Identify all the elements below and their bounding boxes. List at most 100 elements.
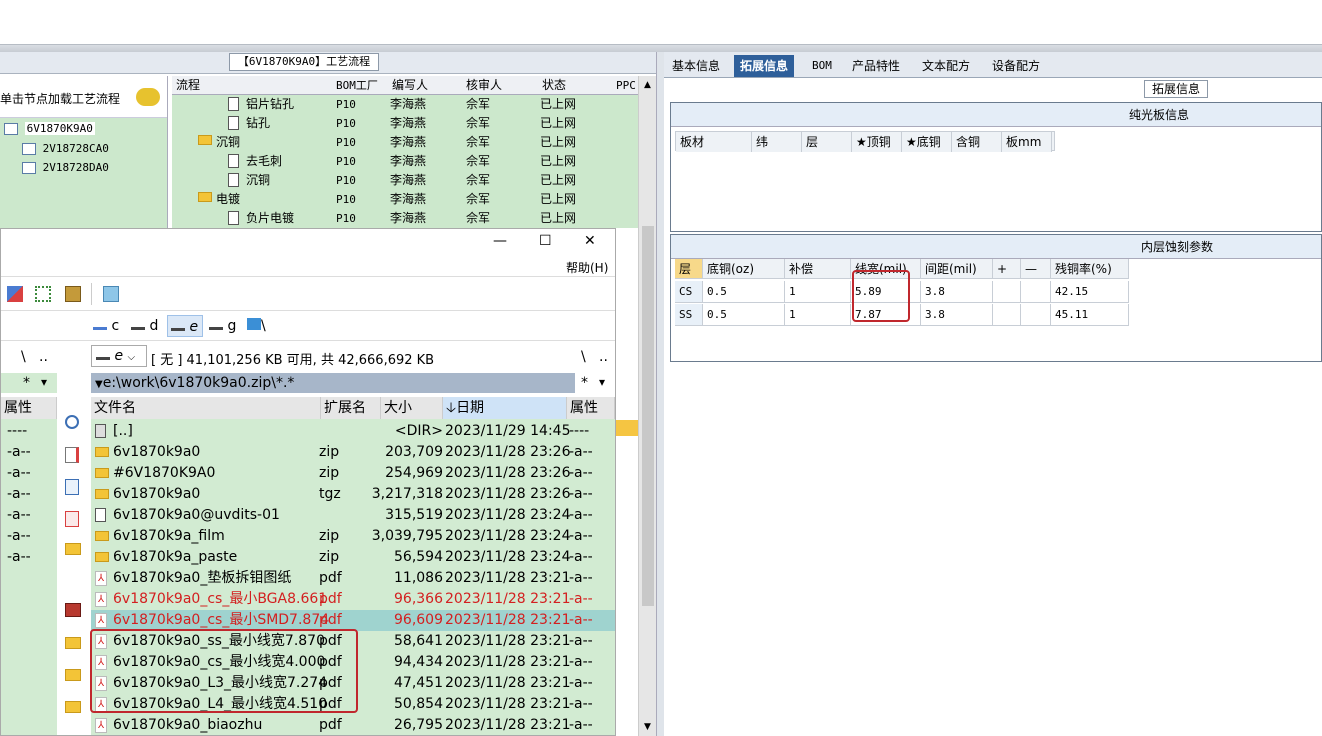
file-row[interactable]: ⅄ 6v1870k9a0_cs_最小BGA8.661 pdf 96,366 2023/1… xyxy=(91,589,615,610)
etch-cell[interactable]: 0.5 xyxy=(703,281,785,303)
drive-d[interactable]: d xyxy=(131,318,158,334)
etch-cell[interactable]: 3.8 xyxy=(921,304,993,326)
file-row[interactable]: ⅄ 6v1870k9a0_垫板拆钼图纸 pdf 11,086 2023/11/28 23… xyxy=(91,568,615,589)
process-row[interactable]: 电镀 P10 李海燕 佘军 已上网 xyxy=(172,190,638,209)
process-grid[interactable]: 流程 BOM工厂 编写人 核审人 状态 PPC 铝片钻孔 P10 李海燕 佘军 已上网钻… xyxy=(172,76,638,228)
file-row[interactable]: #6V1870K9A0 zip 254,969 2023/11/28 23:26 -a-… xyxy=(91,463,615,484)
file-row[interactable]: [..] <DIR> 2023/11/29 14:45 ---- xyxy=(91,421,615,442)
drive-select[interactable]: e ⌵ xyxy=(91,345,147,367)
file-row[interactable]: 6v1870k9a0@uvdits-01 315,519 2023/11/28 23… xyxy=(91,505,615,526)
right-filter-dropdown[interactable]: ▾ xyxy=(599,375,605,389)
process-row[interactable]: 沉铜 P10 李海燕 佘军 已上网 xyxy=(172,171,638,190)
drive-g[interactable]: g xyxy=(209,318,236,334)
tab-2[interactable]: BOM xyxy=(806,55,838,77)
col-attr[interactable]: 属性 xyxy=(567,397,615,419)
notepad-icon[interactable] xyxy=(103,286,119,302)
drive-select-value: e xyxy=(114,348,124,364)
right-filter-star[interactable]: * xyxy=(581,375,588,391)
panel-splitter[interactable] xyxy=(656,52,664,736)
col-date[interactable]: 🡣日期 xyxy=(443,397,567,419)
file-row[interactable]: 6v1870k9a0 tgz 3,217,318 2023/11/28 23:26 -a… xyxy=(91,484,615,505)
drive-label: \ xyxy=(261,318,266,334)
tree-node-child[interactable]: 2V18728CA0 xyxy=(22,140,109,158)
file-size: <DIR> xyxy=(394,423,443,439)
etch-cell[interactable]: 1 xyxy=(785,304,851,326)
edit-file-icon[interactable] xyxy=(65,447,79,463)
vertical-scrollbar[interactable]: ▲ ▼ xyxy=(638,76,658,736)
etch-cell[interactable] xyxy=(1021,304,1051,326)
folder-icon[interactable] xyxy=(65,701,81,713)
file-row[interactable]: ⅄ 6v1870k9a0_biaozhu pdf 26,795 2023/11/28 2… xyxy=(91,715,615,735)
compare-icon[interactable] xyxy=(7,286,23,302)
process-row[interactable]: 去毛刺 P10 李海燕 佘军 已上网 xyxy=(172,152,638,171)
move-icon[interactable] xyxy=(65,511,79,527)
file-size: 47,451 xyxy=(394,675,443,691)
process-row[interactable]: 负片电镀 P10 李海燕 佘军 已上网 xyxy=(172,209,638,228)
etch-cell[interactable]: CS xyxy=(675,281,703,303)
pdf-icon: ⅄ xyxy=(95,613,107,628)
file-row[interactable]: 6v1870k9a_paste zip 56,594 2023/11/28 23:24… xyxy=(91,547,615,568)
document-icon xyxy=(228,116,239,130)
etch-cell[interactable]: SS xyxy=(675,304,703,326)
tab-0[interactable]: 基本信息 xyxy=(666,55,726,77)
etch-cell[interactable]: 45.11 xyxy=(1051,304,1129,326)
search-icon[interactable] xyxy=(65,415,79,429)
etch-cell[interactable] xyxy=(1021,281,1051,303)
tab-1[interactable]: 拓展信息 xyxy=(734,55,795,77)
file-attr: -a-- xyxy=(569,654,593,670)
scroll-up-icon[interactable]: ▲ xyxy=(644,80,651,90)
process-reviewer: 佘军 xyxy=(466,211,491,225)
tree-node-root[interactable]: 6V1870K9A0 xyxy=(4,120,95,138)
select-icon[interactable] xyxy=(35,286,51,302)
etch-cell[interactable] xyxy=(993,304,1021,326)
drive-c[interactable]: c xyxy=(93,318,119,334)
process-row[interactable]: 铝片钻孔 P10 李海燕 佘军 已上网 xyxy=(172,95,638,114)
etch-col-header: 间距(mil) xyxy=(921,259,993,279)
process-row[interactable]: 沉铜 P10 李海燕 佘军 已上网 xyxy=(172,133,638,152)
scroll-down-icon[interactable]: ▼ xyxy=(644,722,651,732)
col-filename[interactable]: 文件名 xyxy=(91,397,321,419)
folder-icon[interactable] xyxy=(65,669,81,681)
copy-icon[interactable] xyxy=(65,479,79,495)
close-button[interactable]: ✕ xyxy=(584,233,596,249)
scroll-thumb[interactable] xyxy=(642,226,654,606)
left-filter-star[interactable]: * xyxy=(23,375,30,391)
etch-cell[interactable]: 42.15 xyxy=(1051,281,1129,303)
folder-icon[interactable] xyxy=(65,543,81,555)
tree-node-child[interactable]: 2V18728DA0 xyxy=(22,159,109,177)
col-attr[interactable]: 属性 xyxy=(1,397,57,419)
new-folder-icon[interactable] xyxy=(65,637,81,649)
process-writer: 李海燕 xyxy=(390,154,427,168)
col-size[interactable]: 大小 xyxy=(381,397,443,419)
left-filter-dropdown[interactable]: ▾ xyxy=(41,375,47,389)
right-up-button[interactable]: .. xyxy=(599,349,608,365)
archive-pack-icon[interactable] xyxy=(65,603,81,617)
etch-cell[interactable]: 0.5 xyxy=(703,304,785,326)
tab-3[interactable]: 产品特性 xyxy=(846,55,906,77)
product-tree-panel[interactable]: 单击节点加载工艺流程 6V1870K9A0 2V18728CA0 2V18728… xyxy=(0,76,168,228)
etch-cell[interactable] xyxy=(993,281,1021,303)
file-row[interactable]: ⅄ 6v1870k9a0_cs_最小SMD7.874 pdf 96,609 2023/1… xyxy=(91,610,615,631)
archive-icon[interactable] xyxy=(65,286,81,302)
file-row[interactable]: 6v1870k9a_film zip 3,039,795 2023/11/28 23:… xyxy=(91,526,615,547)
menu-help[interactable]: 帮助(H) xyxy=(566,259,608,276)
file-row[interactable]: 6v1870k9a0 zip 203,709 2023/11/28 23:26 -a-- xyxy=(91,442,615,463)
bare-board-col-header: 层 xyxy=(802,132,852,152)
tab-4[interactable]: 文本配方 xyxy=(916,55,976,77)
process-row[interactable]: 钻孔 P10 李海燕 佘军 已上网 xyxy=(172,114,638,133)
col-ext[interactable]: 扩展名 xyxy=(321,397,381,419)
left-up-button[interactable]: .. xyxy=(39,349,48,365)
bare-board-grid-header: 板材纬层 ★顶铜 ★底铜 含铜 板mm xyxy=(675,131,1055,152)
left-file-panel[interactable]: 属性 ---- -a-- -a-- -a-- -a-- -a-- -a-- xyxy=(1,397,57,735)
etch-cell[interactable]: 3.8 xyxy=(921,281,993,303)
minimize-button[interactable]: — xyxy=(493,233,507,249)
drive-e[interactable]: e xyxy=(167,315,203,337)
etch-cell[interactable]: 1 xyxy=(785,281,851,303)
right-root-button[interactable]: \ xyxy=(581,349,586,365)
current-path[interactable]: ▼e:\work\6v1870k9a0.zip\*.* xyxy=(91,373,575,393)
process-status: 已上网 xyxy=(540,116,577,130)
tab-5[interactable]: 设备配方 xyxy=(986,55,1046,77)
drive-network[interactable]: \ xyxy=(247,318,266,334)
left-root-button[interactable]: \ xyxy=(21,349,26,365)
maximize-button[interactable]: ☐ xyxy=(539,233,552,249)
